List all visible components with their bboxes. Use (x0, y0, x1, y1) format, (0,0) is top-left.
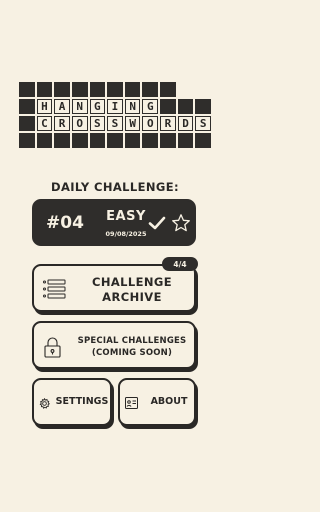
logo-block (124, 82, 141, 97)
logo-block (54, 82, 70, 97)
logo-letter: R (160, 116, 176, 131)
checkmark-icon (148, 216, 166, 230)
logo-block (160, 133, 176, 148)
daily-challenge-heading: DAILY CHALLENGE: (51, 180, 179, 194)
logo-block (19, 133, 35, 148)
logo-letter: A (54, 99, 70, 114)
logo-block (36, 133, 53, 148)
logo-letter: S (195, 116, 211, 131)
logo-letter: R (54, 116, 70, 131)
logo-letter: N (71, 99, 88, 114)
logo-letter: I (107, 99, 123, 114)
logo-block (195, 133, 211, 148)
logo-block (19, 82, 35, 97)
logo-block (160, 82, 176, 97)
lock-icon (44, 337, 61, 358)
logo-letter: G (89, 99, 106, 114)
logo-letter: G (142, 99, 159, 114)
logo-block (89, 82, 106, 97)
challenge-archive-button[interactable]: CHALLENGE ARCHIVE (32, 264, 196, 312)
logo-letter: O (142, 116, 159, 131)
logo-block (19, 116, 35, 131)
logo-block (142, 133, 159, 148)
logo-block (177, 133, 194, 148)
logo-letter: D (177, 116, 194, 131)
archive-count-badge: 4/4 (162, 257, 198, 271)
logo-letter: N (124, 99, 141, 114)
logo-block (54, 133, 70, 148)
daily-challenge-button[interactable]: #04 EASY 09/08/2025 (32, 199, 196, 246)
logo-letter: H (36, 99, 53, 114)
list-icon (43, 279, 66, 299)
logo-empty (195, 82, 211, 97)
settings-button[interactable]: SETTINGS (32, 378, 112, 426)
logo-letter: C (36, 116, 53, 131)
logo-block (107, 82, 123, 97)
logo-block (160, 99, 176, 114)
logo-empty (178, 82, 194, 97)
logo-block (195, 99, 211, 114)
logo-block (36, 82, 53, 97)
special-challenges-label: SPECIAL CHALLENGES (COMING SOON) (77, 336, 187, 358)
logo-block (89, 133, 106, 148)
settings-label: SETTINGS (55, 396, 109, 407)
game-logo: HANGINGCROSSWORDS (19, 82, 211, 148)
logo-block (107, 133, 123, 148)
challenge-archive-label: CHALLENGE ARCHIVE (92, 275, 172, 304)
logo-letter: S (107, 116, 123, 131)
about-icon (125, 397, 138, 409)
about-label: ABOUT (150, 396, 188, 407)
star-icon[interactable] (171, 213, 191, 233)
logo-block (142, 82, 159, 97)
logo-letter: O (71, 116, 88, 131)
logo-block (19, 99, 35, 114)
about-button[interactable]: ABOUT (118, 378, 196, 426)
logo-block (71, 82, 88, 97)
gear-icon (39, 398, 50, 409)
challenge-number: #04 (46, 213, 84, 233)
logo-letter: S (89, 116, 106, 131)
logo-block (124, 133, 141, 148)
difficulty-label: EASY (106, 209, 146, 224)
logo-block (177, 99, 194, 114)
logo-block (71, 133, 88, 148)
logo-letter: W (124, 116, 141, 131)
special-challenges-button[interactable]: SPECIAL CHALLENGES (COMING SOON) (32, 321, 196, 369)
